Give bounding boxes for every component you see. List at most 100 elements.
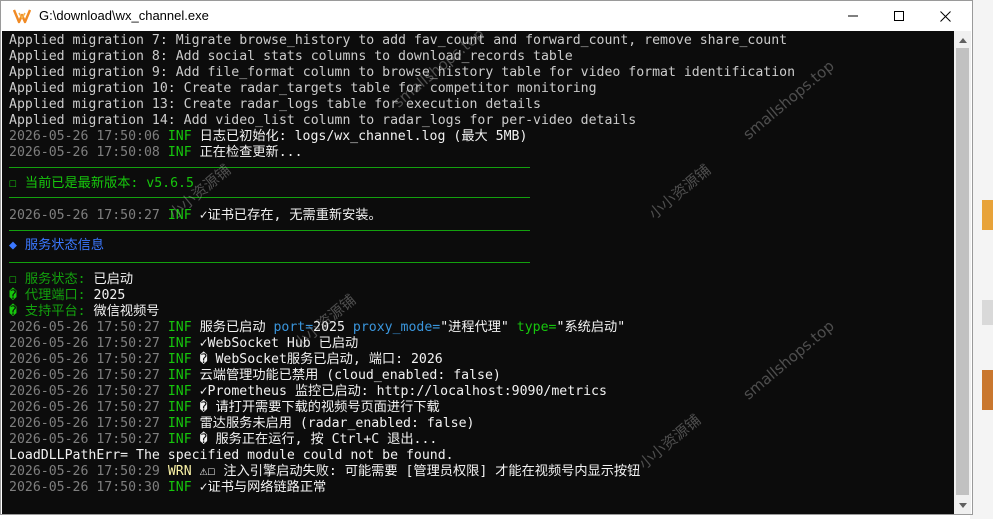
log-level: INF <box>167 352 192 367</box>
watermark: 小小资源铺 <box>645 160 715 223</box>
log-line: 2026-05-26 17:50:27 INF � 服务正在运行, 按 Ctrl… <box>9 432 437 448</box>
migration-line: Applied migration 14: Add video_list col… <box>9 113 637 128</box>
log-line: 2026-05-26 17:50:29 WRN ⚠☐ 注入引擎启动失败: 可能需… <box>9 464 640 480</box>
watermark: smallshops.top <box>739 316 838 404</box>
log-timestamp: 2026-05-26 17:50:27 <box>9 208 160 223</box>
scroll-down-button[interactable] <box>954 497 971 514</box>
log-field-key: type= <box>508 320 557 335</box>
chevron-up-icon <box>958 37 967 43</box>
log-timestamp: 2026-05-26 17:50:27 <box>9 384 160 399</box>
status-row: � 代理端口: 2025 <box>9 288 125 304</box>
desktop-icon-strip <box>982 300 993 325</box>
divider <box>9 262 530 263</box>
log-message: ✓证书已存在, 无需重新安装。 <box>191 208 382 223</box>
log-line: 2026-05-26 17:50:08 INF 正在检查更新... <box>9 145 303 161</box>
migration-line: Applied migration 13: Create radar_logs … <box>9 97 541 112</box>
log-line: 2026-05-26 17:50:27 INF � WebSocket服务已启动… <box>9 352 443 368</box>
status-value: 2025 <box>93 288 126 303</box>
status-key: 支持平台: <box>16 304 94 319</box>
status-value: 已启动 <box>93 272 134 287</box>
log-line: 2026-05-26 17:50:27 INF ✓Prometheus 监控已启… <box>9 384 607 400</box>
log-message: 雷达服务未启用 (radar_enabled: false) <box>191 416 475 431</box>
divider <box>9 197 530 198</box>
title-bar[interactable]: G:\download\wx_channel.exe <box>1 1 972 31</box>
log-message: 云端管理功能已禁用 (cloud_enabled: false) <box>191 368 501 383</box>
migration-line: Applied migration 9: Add file_format col… <box>9 65 796 80</box>
log-timestamp: 2026-05-26 17:50:27 <box>9 336 160 351</box>
log-line: 2026-05-26 17:50:27 INF ✓WebSocket Hub 已… <box>9 336 358 352</box>
vertical-scrollbar[interactable] <box>954 31 971 514</box>
divider <box>9 230 530 231</box>
window-title: G:\download\wx_channel.exe <box>39 8 209 23</box>
log-field-value: "系统启动" <box>556 320 626 335</box>
service-status-header: ◆ 服务状态信息 <box>9 238 105 253</box>
status-row: ☐ 服务状态: 已启动 <box>9 272 133 288</box>
status-value: 微信视频号 <box>93 304 160 319</box>
status-key: 服务状态: <box>16 272 94 287</box>
status-icon: � <box>9 304 17 319</box>
scrollbar-thumb[interactable] <box>956 48 969 495</box>
log-message: � 服务正在运行, 按 Ctrl+C 退出... <box>191 432 438 447</box>
status-key: 代理端口: <box>16 288 94 303</box>
minimize-icon <box>848 15 858 17</box>
log-level: INF <box>167 208 192 223</box>
log-message: ✓WebSocket Hub 已启动 <box>191 336 359 351</box>
log-level: INF <box>167 129 192 144</box>
close-button[interactable] <box>922 1 968 31</box>
log-timestamp: 2026-05-26 17:50:30 <box>9 480 160 495</box>
log-field-value: 2025 <box>313 320 345 335</box>
desktop-icon-strip <box>982 200 993 230</box>
log-line: 2026-05-26 17:50:27 INF � 请打开需要下载的视频号页面进… <box>9 400 440 416</box>
console-window: G:\download\wx_channel.exe Applied migra… <box>0 0 973 515</box>
dll-error-line: LoadDLLPathErr= The specified module cou… <box>9 448 454 463</box>
log-timestamp: 2026-05-26 17:50:27 <box>9 352 160 367</box>
log-line: 2026-05-26 17:50:30 INF ✓证书与网络链路正常 <box>9 480 326 496</box>
status-icon: ☐ <box>9 272 17 287</box>
migration-line: Applied migration 7: Migrate browse_hist… <box>9 33 788 48</box>
log-message: 日志已初始化: logs/wx_channel.log (最大 5MB) <box>191 129 528 144</box>
status-icon: � <box>9 288 17 303</box>
log-field-value: "进程代理" <box>440 320 509 335</box>
log-line: 2026-05-26 17:50:27 INF ✓证书已存在, 无需重新安装。 <box>9 208 382 224</box>
minimize-button[interactable] <box>830 1 876 31</box>
log-timestamp: 2026-05-26 17:50:27 <box>9 432 160 447</box>
log-timestamp: 2026-05-26 17:50:08 <box>9 145 160 160</box>
log-level: WRN <box>167 464 192 479</box>
console-output[interactable]: Applied migration 7: Migrate browse_hist… <box>2 31 954 514</box>
maximize-button[interactable] <box>876 1 922 31</box>
log-level: INF <box>167 400 192 415</box>
log-level: INF <box>167 416 192 431</box>
migration-line: Applied migration 8: Add social stats co… <box>9 49 573 64</box>
log-level: INF <box>167 384 192 399</box>
log-level: INF <box>167 368 192 383</box>
log-message: ⚠☐ 注入引擎启动失败: 可能需要 [管理员权限] 才能在视频号内显示按钮 <box>191 464 641 479</box>
log-level: INF <box>167 145 192 160</box>
log-timestamp: 2026-05-26 17:50:27 <box>9 368 160 383</box>
log-level: INF <box>167 480 192 495</box>
log-timestamp: 2026-05-26 17:50:27 <box>9 400 160 415</box>
log-level: INF <box>167 336 192 351</box>
log-field-key: proxy_mode= <box>344 320 441 335</box>
maximize-icon <box>894 11 904 21</box>
close-icon <box>939 10 951 22</box>
log-line: 2026-05-26 17:50:27 INF 服务已启动 port=2025 … <box>9 320 625 336</box>
log-level: INF <box>167 432 192 447</box>
version-status: ☐ 当前已是最新版本: v5.6.5 <box>9 176 194 191</box>
divider <box>9 167 530 168</box>
log-message: ✓证书与网络链路正常 <box>191 480 327 495</box>
log-message: � WebSocket服务已启动, 端口: 2026 <box>191 352 443 367</box>
log-level: INF <box>167 320 192 335</box>
migration-line: Applied migration 10: Create radar_targe… <box>9 81 597 96</box>
log-timestamp: 2026-05-26 17:50:06 <box>9 129 160 144</box>
log-message: ✓Prometheus 监控已启动: http://localhost:9090… <box>191 384 607 399</box>
log-line: 2026-05-26 17:50:27 INF 雷达服务未启用 (radar_e… <box>9 416 475 432</box>
log-message: 服务已启动 <box>191 320 274 335</box>
status-row: � 支持平台: 微信视频号 <box>9 304 159 320</box>
desktop-background <box>970 0 993 519</box>
scroll-up-button[interactable] <box>954 31 971 48</box>
app-logo-icon <box>13 9 31 24</box>
log-message: 正在检查更新... <box>191 145 303 160</box>
desktop-icon-strip <box>982 370 993 410</box>
log-line: 2026-05-26 17:50:27 INF 云端管理功能已禁用 (cloud… <box>9 368 501 384</box>
log-field-key: port= <box>273 320 314 335</box>
